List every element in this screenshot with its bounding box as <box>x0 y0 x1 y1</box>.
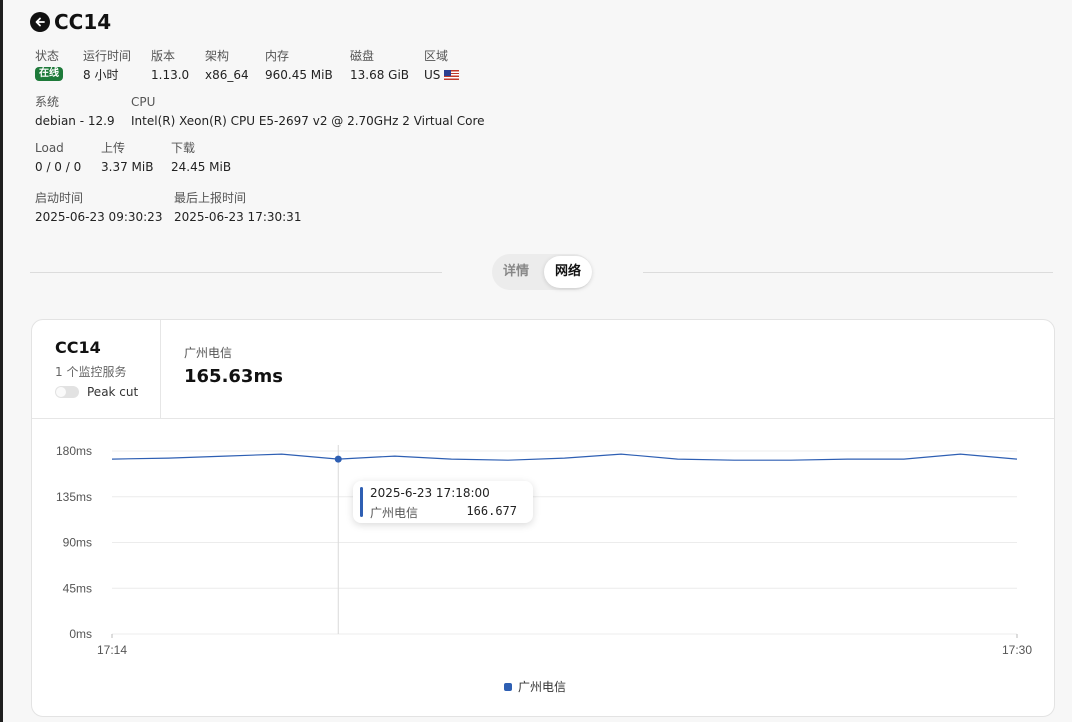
divider-right <box>643 272 1053 273</box>
x-tick-label: 17:30 <box>1002 643 1032 657</box>
tooltip-value: 166.677 <box>466 504 517 518</box>
info-row-times: 启动时间 2025-06-23 09:30:23 最后上报时间 2025-06-… <box>35 190 321 225</box>
server-summary: CC14 1 个监控服务 Peak cut <box>32 320 161 418</box>
cpu-label: CPU <box>131 95 156 109</box>
info-upload: 上传 3.37 MiB <box>101 140 154 175</box>
us-flag-icon <box>444 70 460 80</box>
tab-network[interactable]: 网络 <box>544 256 592 288</box>
info-status: 状态 在线 <box>35 48 63 83</box>
boot-time-label: 启动时间 <box>35 191 84 205</box>
info-cpu: CPU Intel(R) Xeon(R) CPU E5-2697 v2 @ 2.… <box>131 94 485 129</box>
divider-left <box>30 272 442 273</box>
region-value: US <box>424 68 441 82</box>
info-row-system: 系统 debian - 12.9 CPU Intel(R) Xeon(R) CP… <box>35 94 505 129</box>
status-label: 状态 <box>35 49 60 63</box>
card-header: CC14 1 个监控服务 Peak cut 广州电信 165.63ms <box>32 320 1054 419</box>
arch-value: x86_64 <box>205 68 249 82</box>
chart-tooltip: 2025-6-23 17:18:00 广州电信 166.677 <box>353 481 533 523</box>
back-arrow-icon[interactable] <box>30 12 50 32</box>
last-report-label: 最后上报时间 <box>174 191 247 205</box>
upload-value: 3.37 MiB <box>101 160 154 174</box>
network-card: CC14 1 个监控服务 Peak cut 广州电信 165.63ms 0ms 4… <box>31 319 1055 717</box>
last-report-value: 2025-06-23 17:30:31 <box>174 210 302 224</box>
x-tick-label: 17:14 <box>97 643 127 657</box>
info-region: 区域 US <box>424 48 460 83</box>
region-label: 区域 <box>424 49 449 63</box>
download-value: 24.45 MiB <box>171 160 232 174</box>
info-version: 版本 1.13.0 <box>151 48 190 83</box>
info-row-basic: 状态 在线 运行时间 8 小时 版本 1.13.0 架构 x86_64 内存 9… <box>35 48 479 83</box>
info-row-traffic: Load 0 / 0 / 0 上传 3.37 MiB 下载 24.45 MiB <box>35 140 251 175</box>
page-title: CC14 <box>54 10 112 34</box>
info-load: Load 0 / 0 / 0 <box>35 140 81 175</box>
status-badge: 在线 <box>35 67 63 81</box>
legend-marker <box>504 682 512 691</box>
isp-latency-value: 165.63ms <box>184 366 283 387</box>
info-arch: 架构 x86_64 <box>205 48 249 83</box>
peak-cut-toggle[interactable] <box>55 386 79 398</box>
tooltip-series-marker <box>360 487 363 517</box>
window-edge <box>0 0 3 722</box>
os-label: 系统 <box>35 95 60 109</box>
y-tick-label: 135ms <box>56 490 92 504</box>
cpu-value: Intel(R) Xeon(R) CPU E5-2697 v2 @ 2.70GH… <box>131 114 485 128</box>
latency-chart[interactable]: 0ms 45ms 90ms 135ms 180ms 17:14 17:30 <box>32 419 1054 715</box>
isp-label[interactable]: 广州电信 <box>184 344 232 361</box>
chart-legend[interactable]: 广州电信 <box>504 678 566 695</box>
version-label: 版本 <box>151 49 176 63</box>
boot-time-value: 2025-06-23 09:30:23 <box>35 210 163 224</box>
load-value: 0 / 0 / 0 <box>35 160 82 174</box>
memory-label: 内存 <box>265 49 290 63</box>
monitor-count: 1 个监控服务 <box>55 365 127 379</box>
load-label: Load <box>35 141 64 155</box>
uptime-label: 运行时间 <box>83 49 132 63</box>
y-tick-label: 0ms <box>69 627 92 641</box>
y-tick-label: 90ms <box>63 536 92 550</box>
tooltip-time: 2025-6-23 17:18:00 <box>370 486 490 500</box>
version-value: 1.13.0 <box>151 68 190 82</box>
view-tabs: 详情 网络 <box>492 254 592 290</box>
highlighted-data-point[interactable] <box>334 455 342 463</box>
info-uptime: 运行时间 8 小时 <box>83 48 131 83</box>
info-download: 下载 24.45 MiB <box>171 140 231 175</box>
info-os: 系统 debian - 12.9 <box>35 94 115 129</box>
server-name: CC14 <box>55 338 101 357</box>
peak-cut-control[interactable]: Peak cut <box>55 385 138 399</box>
tooltip-series-name: 广州电信 <box>370 506 419 520</box>
info-last-report: 最后上报时间 2025-06-23 17:30:31 <box>174 190 301 225</box>
disk-label: 磁盘 <box>350 49 375 63</box>
upload-label: 上传 <box>101 141 126 155</box>
y-tick-label: 180ms <box>56 444 92 458</box>
tab-details[interactable]: 详情 <box>492 257 540 287</box>
download-label: 下载 <box>171 141 196 155</box>
info-memory: 内存 960.45 MiB <box>265 48 333 83</box>
peak-cut-label: Peak cut <box>87 385 139 399</box>
y-tick-label: 45ms <box>63 581 92 595</box>
legend-label: 广州电信 <box>518 680 567 694</box>
info-disk: 磁盘 13.68 GiB <box>350 48 410 83</box>
info-boot-time: 启动时间 2025-06-23 09:30:23 <box>35 190 163 225</box>
disk-value: 13.68 GiB <box>350 68 410 82</box>
arch-label: 架构 <box>205 49 230 63</box>
os-value: debian - 12.9 <box>35 114 115 128</box>
page-header: CC14 <box>30 10 111 34</box>
series-line-guangzhou-telecom <box>111 453 1018 461</box>
uptime-value: 8 小时 <box>83 68 119 82</box>
memory-value: 960.45 MiB <box>265 68 333 82</box>
